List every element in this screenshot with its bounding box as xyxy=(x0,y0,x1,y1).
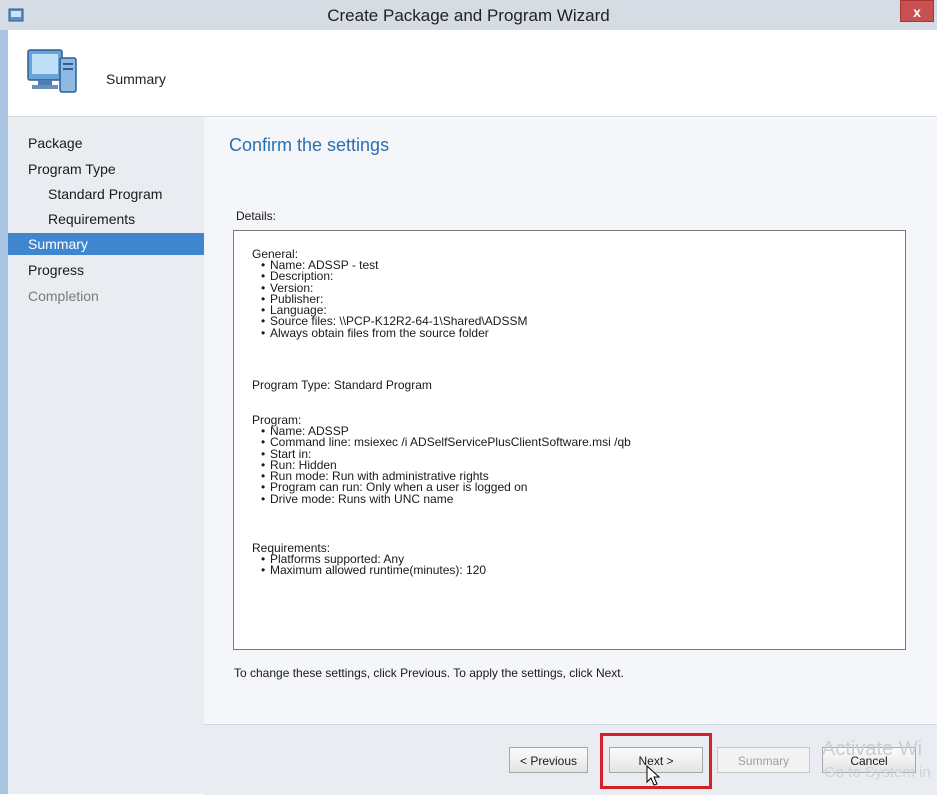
window-title: Create Package and Program Wizard xyxy=(327,6,610,25)
general-list: Name: ADSSP - test Description: Version:… xyxy=(252,259,527,339)
activation-watermark-sub: Go to System in xyxy=(824,764,931,781)
mouse-cursor-icon xyxy=(646,765,660,786)
wizard-content: Confirm the settings Details: General: N… xyxy=(204,117,937,724)
nav-item-package[interactable]: Package xyxy=(8,132,204,154)
close-button[interactable]: x xyxy=(900,0,934,22)
instructions-text: To change these settings, click Previous… xyxy=(234,666,624,680)
details-box[interactable]: General: Name: ADSSP - test Description:… xyxy=(233,230,906,650)
nav-item-program-type[interactable]: Program Type xyxy=(8,158,204,180)
list-item: Command line: msiexec /i ADSelfServicePl… xyxy=(262,436,631,448)
computer-icon xyxy=(27,49,77,93)
wizard-nav: Package Program Type Standard Program Re… xyxy=(8,117,204,794)
page-heading: Confirm the settings xyxy=(229,135,390,155)
program-section: Program: Name: ADSSP Command line: msiex… xyxy=(252,414,631,505)
nav-item-summary[interactable]: Summary xyxy=(8,233,204,255)
wizard-window: Create Package and Program Wizard x Summ… xyxy=(0,0,937,795)
requirements-list: Platforms supported: Any Maximum allowed… xyxy=(252,553,486,577)
program-type-line: Program Type: Standard Program xyxy=(252,378,432,392)
nav-item-progress[interactable]: Progress xyxy=(8,259,204,281)
list-item: Drive mode: Runs with UNC name xyxy=(262,493,631,505)
requirements-section: Requirements: Platforms supported: Any M… xyxy=(252,542,486,577)
nav-item-completion: Completion xyxy=(28,288,99,304)
title-bar[interactable]: Create Package and Program Wizard x xyxy=(0,0,937,31)
program-list: Name: ADSSP Command line: msiexec /i ADS… xyxy=(252,425,631,505)
list-item: Maximum allowed runtime(minutes): 120 xyxy=(262,564,486,576)
nav-item-requirements[interactable]: Requirements xyxy=(8,208,204,230)
previous-button[interactable]: < Previous xyxy=(509,747,588,773)
list-item: Always obtain files from the source fold… xyxy=(262,327,527,339)
general-section: General: Name: ADSSP - test Description:… xyxy=(252,248,527,339)
activation-watermark: Activate Wi xyxy=(822,738,923,760)
window-left-border xyxy=(0,30,8,794)
header-title: Summary xyxy=(106,71,166,87)
nav-item-standard-program[interactable]: Standard Program xyxy=(8,183,204,205)
summary-button: Summary xyxy=(717,747,810,773)
details-label: Details: xyxy=(236,209,277,223)
wizard-header: Summary xyxy=(8,30,937,117)
